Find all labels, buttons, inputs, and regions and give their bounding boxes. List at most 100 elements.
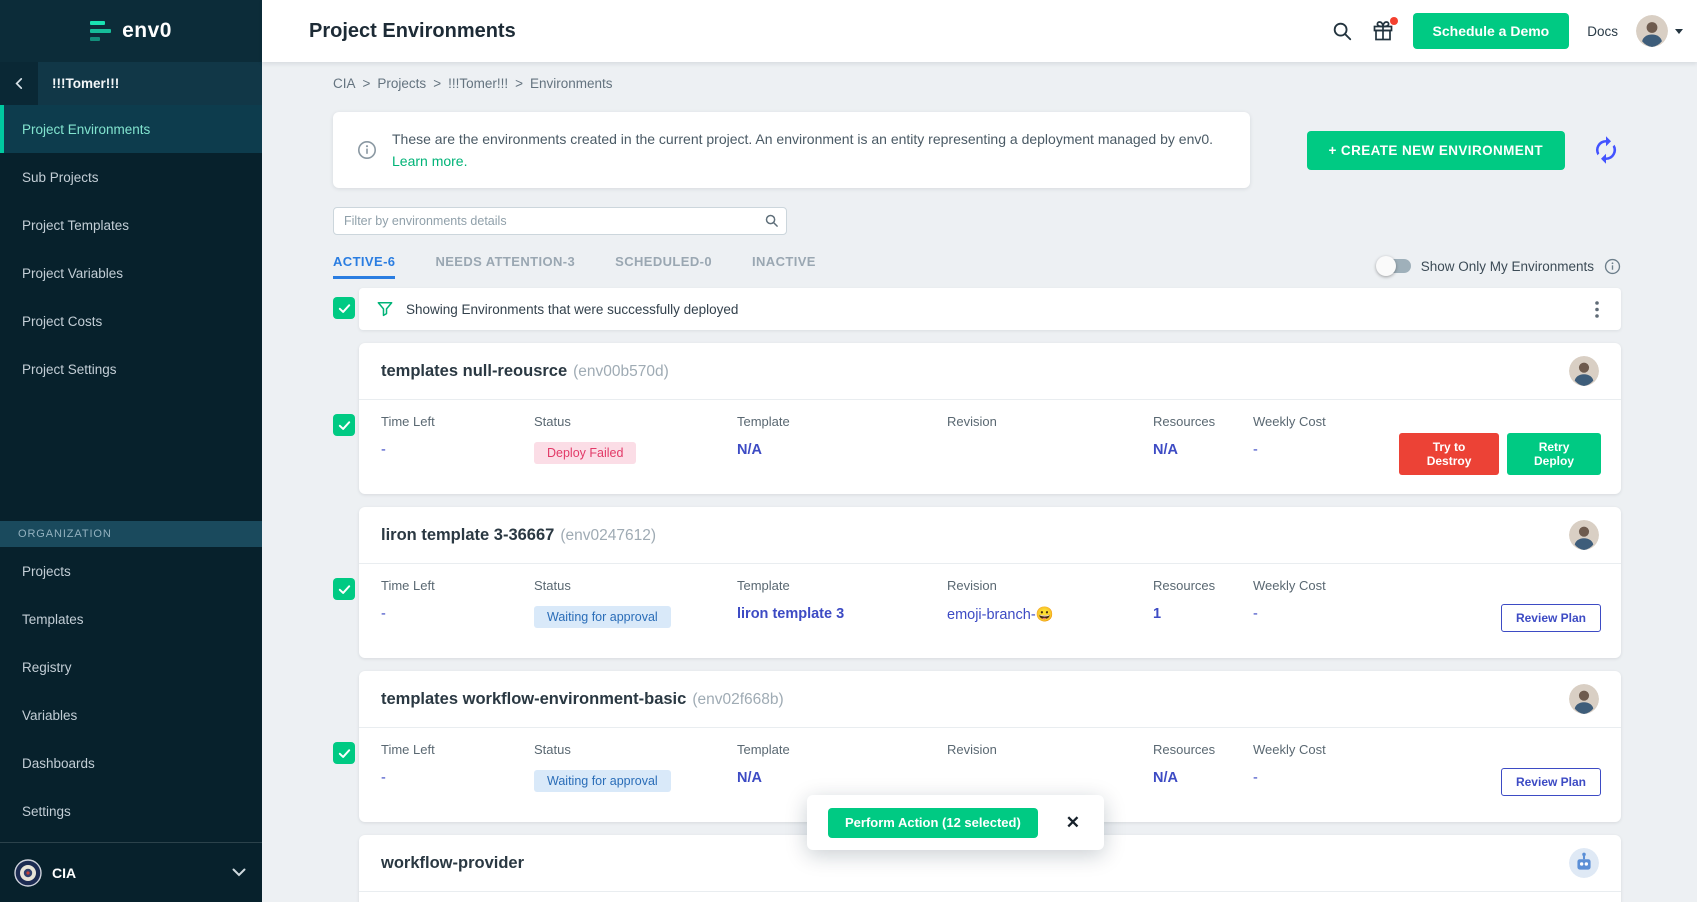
filter-status-text: Showing Environments that were successfu…: [406, 302, 738, 317]
user-menu[interactable]: [1636, 15, 1683, 47]
create-environment-button[interactable]: + CREATE NEW ENVIRONMENT: [1307, 131, 1566, 170]
user-avatar[interactable]: [1569, 684, 1599, 714]
time-left-value: -: [381, 606, 534, 622]
column-header: Weekly Cost: [1253, 414, 1399, 429]
environment-name: templates workflow-environment-basic(env…: [381, 690, 784, 709]
column-header: Resources: [1153, 414, 1253, 429]
environment-checkbox[interactable]: [333, 578, 355, 600]
environment-name: workflow-provider: [381, 854, 524, 873]
search-icon[interactable]: [1331, 20, 1353, 42]
resources-link[interactable]: N/A: [1153, 442, 1253, 458]
topbar: Project Environments Schedule a Demo Doc…: [262, 0, 1697, 62]
tab-inactive[interactable]: INACTIVE: [752, 254, 816, 279]
sidebar-item-templates[interactable]: Templates: [0, 595, 262, 643]
sidebar-item-sub-projects[interactable]: Sub Projects: [0, 153, 262, 201]
sidebar-item-settings[interactable]: Settings: [0, 787, 262, 835]
retry-deploy-button[interactable]: Retry Deploy: [1507, 433, 1601, 475]
organization-name: CIA: [52, 865, 76, 881]
environment-header: templates workflow-environment-basic(env…: [359, 671, 1621, 728]
breadcrumb-item[interactable]: !!!Tomer!!!: [448, 76, 508, 91]
filter-input[interactable]: [333, 207, 787, 235]
status-badge: Waiting for approval: [534, 606, 671, 628]
column-header: Revision: [947, 578, 1153, 593]
sidebar: env0 !!!Tomer!!! Project Environments Su…: [0, 0, 262, 902]
environment-id: (env02f668b): [692, 691, 783, 708]
project-nav: Project Environments Sub Projects Projec…: [0, 105, 262, 393]
close-icon[interactable]: ✕: [1066, 813, 1080, 833]
info-banner: These are the environments created in th…: [333, 112, 1250, 188]
filter-status-row: Showing Environments that were successfu…: [333, 288, 1621, 330]
gift-notification-badge: [1390, 17, 1398, 25]
weekly-cost-value: -: [1253, 606, 1399, 622]
learn-more-link[interactable]: Learn more.: [392, 153, 467, 169]
gift-icon[interactable]: [1371, 19, 1395, 43]
tab-needs-attention[interactable]: NEEDS ATTENTION-3: [435, 254, 575, 279]
resources-link[interactable]: N/A: [1153, 770, 1253, 786]
sidebar-item-label: Variables: [22, 708, 77, 723]
sidebar-item-project-environments[interactable]: Project Environments: [0, 105, 262, 153]
info-icon: [357, 140, 377, 160]
check-icon: [337, 746, 352, 761]
more-options-icon[interactable]: [1591, 297, 1603, 322]
back-button[interactable]: [0, 62, 38, 105]
try-to-destroy-button[interactable]: Try to Destroy: [1399, 433, 1499, 475]
sidebar-item-dashboards[interactable]: Dashboards: [0, 739, 262, 787]
resources-link[interactable]: 1: [1153, 606, 1253, 622]
user-avatar[interactable]: [1569, 356, 1599, 386]
sidebar-item-projects[interactable]: Projects: [0, 547, 262, 595]
tabs-row: ACTIVE-6 NEEDS ATTENTION-3 SCHEDULED-0 I…: [333, 253, 1621, 279]
column-header: Template: [737, 414, 947, 429]
breadcrumb-separator: >: [433, 76, 441, 91]
breadcrumb-item[interactable]: CIA: [333, 76, 356, 91]
tab-active[interactable]: ACTIVE-6: [333, 254, 395, 279]
sidebar-item-project-costs[interactable]: Project Costs: [0, 297, 262, 345]
environment-header: templates null-reousrce(env00b570d): [359, 343, 1621, 400]
review-plan-button[interactable]: Review Plan: [1501, 768, 1601, 796]
search-icon[interactable]: [764, 213, 779, 233]
chevron-left-icon: [11, 75, 28, 92]
main-content: CIA>Projects>!!!Tomer!!!>Environments Th…: [262, 62, 1697, 902]
sidebar-item-project-templates[interactable]: Project Templates: [0, 201, 262, 249]
environment-checkbox[interactable]: [333, 414, 355, 436]
column-header: Status: [534, 742, 737, 757]
environment-checkbox[interactable]: [333, 742, 355, 764]
select-all-checkbox[interactable]: [333, 297, 355, 319]
organization-switcher[interactable]: CIA: [0, 842, 262, 902]
breadcrumb-item[interactable]: Projects: [377, 76, 426, 91]
column-header: Template: [737, 578, 947, 593]
project-name: !!!Tomer!!!: [52, 76, 119, 91]
sidebar-item-project-variables[interactable]: Project Variables: [0, 249, 262, 297]
sidebar-item-variables[interactable]: Variables: [0, 691, 262, 739]
template-link[interactable]: N/A: [737, 442, 947, 458]
environment-name: templates null-reousrce(env00b570d): [381, 362, 669, 381]
logo-area: env0: [0, 0, 262, 62]
environment-card: templates null-reousrce(env00b570d) Time…: [359, 343, 1621, 494]
refresh-icon[interactable]: [1591, 135, 1621, 165]
schedule-demo-button[interactable]: Schedule a Demo: [1413, 13, 1570, 49]
column-header: Weekly Cost: [1253, 742, 1399, 757]
review-plan-button[interactable]: Review Plan: [1501, 604, 1601, 632]
template-link[interactable]: N/A: [737, 770, 947, 786]
sidebar-item-label: Dashboards: [22, 756, 95, 771]
environment-id: (env0247612): [560, 527, 656, 544]
tab-scheduled[interactable]: SCHEDULED-0: [615, 254, 712, 279]
column-header: Time Left: [381, 578, 534, 593]
status-badge: Deploy Failed: [534, 442, 636, 464]
perform-action-button[interactable]: Perform Action (12 selected): [828, 808, 1038, 838]
weekly-cost-value: -: [1253, 770, 1399, 786]
user-avatar[interactable]: [1636, 15, 1668, 47]
column-header: Status: [534, 414, 737, 429]
template-link[interactable]: liron template 3: [737, 606, 947, 622]
sidebar-item-label: Sub Projects: [22, 170, 99, 185]
environment-row: templates null-reousrce(env00b570d) Time…: [333, 343, 1621, 494]
sidebar-item-project-settings[interactable]: Project Settings: [0, 345, 262, 393]
toggle-info-icon[interactable]: [1604, 258, 1621, 275]
user-avatar[interactable]: [1569, 520, 1599, 550]
docs-link[interactable]: Docs: [1587, 24, 1618, 39]
bot-avatar[interactable]: [1569, 848, 1599, 878]
show-only-my-environments-toggle[interactable]: [1378, 259, 1411, 273]
breadcrumb-separator: >: [363, 76, 371, 91]
sidebar-item-registry[interactable]: Registry: [0, 643, 262, 691]
sidebar-item-label: Project Environments: [22, 122, 150, 137]
chevron-down-icon: [232, 864, 246, 882]
